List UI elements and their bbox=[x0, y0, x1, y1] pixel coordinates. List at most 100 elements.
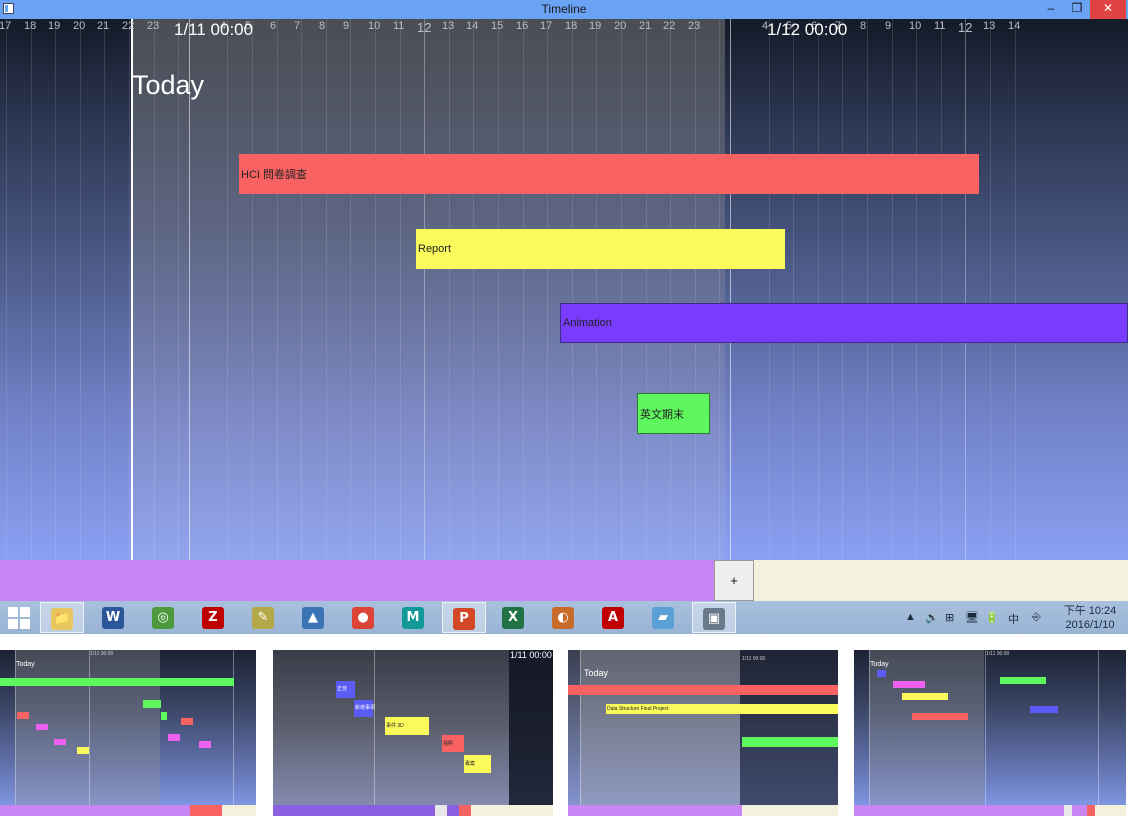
bottom-right-panel[interactable] bbox=[754, 560, 1128, 601]
python-icon: ▲ bbox=[302, 607, 324, 629]
hour-gridline bbox=[916, 19, 917, 560]
hour-gridline bbox=[670, 19, 671, 560]
ruler-tick-label: 16 bbox=[516, 20, 529, 32]
thumbnail-today-label: Today bbox=[584, 668, 609, 678]
taskbar-app-python[interactable]: ▲ bbox=[292, 602, 336, 633]
hour-gridline bbox=[400, 19, 401, 560]
taskbar-app-file-explorer[interactable]: 📁 bbox=[40, 602, 84, 633]
battery-icon[interactable]: 🔋 bbox=[985, 611, 999, 624]
hour-gridline bbox=[301, 19, 302, 560]
taskbar-app-maya[interactable]: M bbox=[392, 602, 436, 633]
ruler-tick-label: 8 bbox=[319, 20, 326, 32]
action-center-icon[interactable]: ⊞ bbox=[945, 611, 954, 624]
ruler-tick-label: 6 bbox=[270, 20, 277, 32]
ruler-tick-label: 15 bbox=[491, 20, 504, 32]
taskbar-app-excel[interactable]: X bbox=[492, 602, 536, 633]
task-label: Animation bbox=[563, 317, 612, 329]
task-bar[interactable]: Report bbox=[416, 229, 785, 269]
hour-gridline bbox=[350, 19, 351, 560]
taskbar-app-filezilla[interactable]: Z bbox=[192, 602, 236, 633]
thumbnail-date-label: 1/11 00:00 bbox=[510, 650, 552, 660]
taskbar-app-chrome[interactable]: ● bbox=[342, 602, 386, 633]
ruler-tick-label: 17 bbox=[540, 20, 553, 32]
taskbar-app-media-tool[interactable]: ◐ bbox=[542, 602, 586, 633]
thumbnail-3[interactable]: Today 1/11 00:00 Data Structure Final Pr… bbox=[568, 650, 838, 816]
thumbnail-date-label: 1/11 00:00 bbox=[90, 651, 114, 657]
hour-gridline bbox=[55, 19, 56, 560]
bottom-bar: + bbox=[0, 560, 1128, 601]
start-button[interactable] bbox=[8, 607, 30, 629]
restore-button[interactable]: ❐ bbox=[1064, 0, 1090, 19]
ruler-tick-label: 11 bbox=[393, 20, 405, 32]
thumbnail-date-label: 1/11 00:00 bbox=[986, 651, 1010, 657]
text-editor-icon: ✎ bbox=[252, 607, 274, 629]
today-highlight-band bbox=[131, 19, 725, 560]
taskbar-app-word[interactable]: W bbox=[92, 602, 136, 633]
window-title-bar[interactable]: Timeline – ❐ ✕ bbox=[0, 0, 1128, 19]
hour-gridline bbox=[227, 19, 228, 560]
hour-gridline bbox=[80, 19, 81, 560]
chrome-icon: ● bbox=[352, 607, 374, 629]
ruler-tick-label: 14 bbox=[466, 20, 479, 32]
ruler-tick-label: 18 bbox=[565, 20, 578, 32]
timeline-app-icon: ▣ bbox=[703, 608, 725, 630]
hour-gridline bbox=[424, 19, 425, 560]
taskbar-app-acrobat[interactable]: A bbox=[592, 602, 636, 633]
ruler-tick-label: 9 bbox=[885, 20, 892, 32]
day-label-2: 1/12 00:00 bbox=[767, 20, 848, 39]
taskbar-app-notes[interactable]: ▰ bbox=[642, 602, 686, 633]
hour-gridline bbox=[473, 19, 474, 560]
hour-gridline bbox=[621, 19, 622, 560]
hour-gridline bbox=[252, 19, 253, 560]
ruler-tick-label: 10 bbox=[909, 20, 922, 32]
clock-date: 2016/1/10 bbox=[1065, 619, 1115, 631]
task-bar[interactable]: 英文期末 bbox=[637, 393, 710, 434]
thumbnail-4[interactable]: Today 1/11 00:00 bbox=[854, 650, 1126, 816]
ruler-tick-label: 18 bbox=[24, 20, 37, 32]
add-task-button[interactable]: + bbox=[714, 560, 754, 601]
ruler-tick-label: 11 bbox=[934, 20, 946, 32]
ruler-tick-label: 23 bbox=[147, 20, 160, 32]
taskbar-app-text-editor[interactable]: ✎ bbox=[242, 602, 286, 633]
hour-gridline bbox=[965, 19, 966, 560]
taskbar-clock[interactable]: 下午 10:24 2016/1/10 bbox=[1058, 604, 1122, 632]
task-label: Report bbox=[418, 243, 452, 255]
thumbnail-2[interactable]: 1/11 00:00 正佳 新增事項 事件 3D 拍照 專案 bbox=[273, 650, 553, 816]
hour-gridline bbox=[695, 19, 696, 560]
network-icon[interactable]: 🖥 bbox=[965, 611, 979, 624]
hour-gridline bbox=[104, 19, 105, 560]
ruler-tick-label: 8 bbox=[860, 20, 867, 32]
bottom-left-panel[interactable] bbox=[0, 560, 714, 601]
hour-gridline bbox=[793, 19, 794, 560]
input-method-icon[interactable]: 中 bbox=[1008, 611, 1019, 627]
hour-gridline bbox=[277, 19, 278, 560]
excel-icon: X bbox=[502, 607, 524, 629]
hour-gridline bbox=[449, 19, 450, 560]
ruler-tick-label: 19 bbox=[589, 20, 602, 32]
close-button[interactable]: ✕ bbox=[1090, 0, 1126, 19]
filezilla-icon: Z bbox=[202, 607, 224, 629]
clock-time: 下午 10:24 bbox=[1063, 605, 1117, 617]
screenshot-thumbnail-strip: Today 1/11 00:00 1/11 00:00 正佳 新增事項 事件 3… bbox=[0, 634, 1128, 816]
taskbar-app-powerpoint[interactable]: P bbox=[442, 602, 486, 633]
volume-icon[interactable]: 🔊 bbox=[925, 611, 939, 624]
ime-mode-icon[interactable]: ⎆ bbox=[1032, 611, 1041, 624]
task-bar[interactable]: Animation bbox=[560, 303, 1128, 343]
hour-gridline bbox=[129, 19, 130, 560]
hour-gridline bbox=[941, 19, 942, 560]
hour-gridline bbox=[596, 19, 597, 560]
hour-gridline bbox=[990, 19, 991, 560]
taskbar-app-map-tool[interactable]: ◎ bbox=[142, 602, 186, 633]
thumbnail-today-label: Today bbox=[16, 661, 35, 668]
time-ruler[interactable]: 17 18 19 20 21 22 23 4 5 6 7 8 9 10 11 12 13 14 15 16 17 18 19… bbox=[0, 19, 1128, 41]
ruler-tick-label: 10 bbox=[368, 20, 381, 32]
timeline-canvas[interactable]: 17 18 19 20 21 22 23 4 5 6 7 8 9 10 11 12 13 14 15 16 17 18 19… bbox=[0, 19, 1128, 560]
thumbnail-1[interactable]: Today 1/11 00:00 bbox=[0, 650, 256, 816]
ruler-tick-label: 12 bbox=[417, 20, 432, 35]
tray-expand-icon[interactable]: ▲ bbox=[905, 611, 916, 623]
taskbar-app-timeline-app[interactable]: ▣ bbox=[692, 602, 736, 633]
task-bar[interactable]: HCI 問卷調查 bbox=[239, 154, 979, 194]
minimize-button[interactable]: – bbox=[1038, 0, 1064, 19]
hour-gridline bbox=[769, 19, 770, 560]
ruler-tick-label: 7 bbox=[294, 20, 301, 32]
